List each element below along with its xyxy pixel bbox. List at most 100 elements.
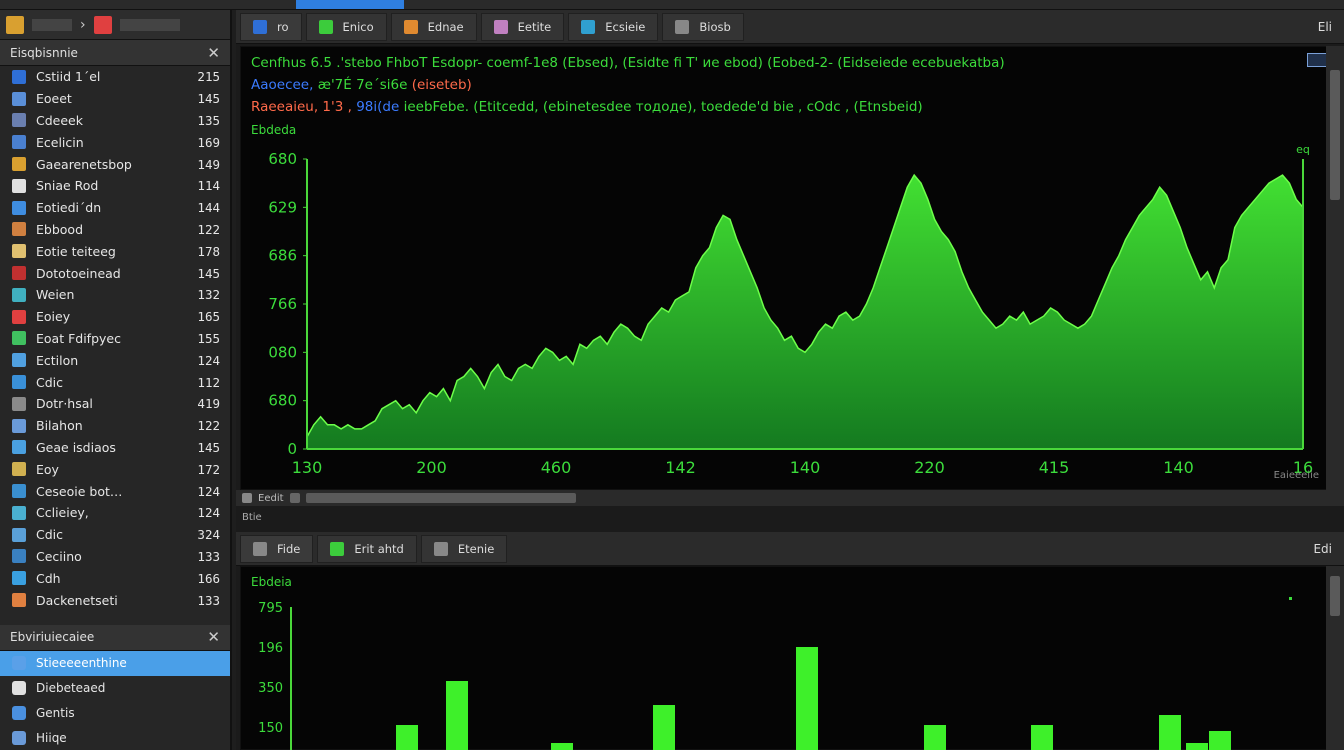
tab[interactable]: Etenie	[420, 534, 508, 563]
chevron-right-icon[interactable]: ›	[80, 17, 86, 33]
tab[interactable]: Enico	[305, 12, 387, 41]
tab-icon	[493, 19, 508, 34]
library-item-icon	[12, 200, 26, 215]
x-tick-label: 130	[292, 458, 323, 477]
library-item[interactable]: Ecelicin 169	[0, 131, 230, 153]
x-tick-label: 460	[541, 458, 572, 477]
library-item[interactable]: Dotr·hsal 419	[0, 393, 230, 415]
tab[interactable]: Biosb	[662, 12, 744, 41]
y-tick-label: 150	[258, 721, 283, 736]
legend-line-3-b: 98i(de	[351, 99, 400, 115]
bar	[1186, 743, 1208, 750]
library-item[interactable]: Dackenetseti 133	[0, 589, 230, 611]
tab-label: Etenie	[457, 541, 495, 556]
library-item[interactable]: Eoy 172	[0, 458, 230, 480]
library-item-value: 144	[197, 200, 220, 216]
library-item[interactable]: Dototoeinead 145	[0, 262, 230, 284]
library-item-icon	[12, 287, 26, 302]
scroll-thumb[interactable]	[305, 493, 576, 503]
scroll-thumb[interactable]	[1330, 576, 1340, 616]
bar	[796, 647, 818, 750]
close-icon[interactable]: ✕	[207, 44, 220, 62]
tabbar-right-label[interactable]: Edi	[1313, 542, 1332, 556]
library-item-icon	[12, 353, 26, 368]
tab[interactable]: Fide	[240, 534, 314, 563]
library-item[interactable]: Ceseoie bot… 124	[0, 480, 230, 502]
legend-line-3-c: ieebFebe. (Etitcedd, (ebinetesdee тододе…	[399, 99, 923, 115]
library-list: Cstiid 1´el 215 Eoeet 145 Cdeeek 135 Ecelicin 1…	[0, 66, 230, 611]
library-item-icon	[12, 440, 26, 455]
tab-label: Biosb	[699, 19, 731, 34]
effects-item[interactable]: Gentis	[0, 701, 230, 726]
tab-icon	[318, 19, 333, 34]
x-tick-label: 200	[416, 458, 447, 477]
library-item-name: Dackenetseti	[36, 592, 118, 608]
bar	[396, 725, 418, 750]
tab[interactable]: Erit ahtd	[317, 534, 417, 563]
library-item[interactable]: Cdic 324	[0, 524, 230, 546]
legend-line-3-a: Raeeaieu, 1'3 ,	[251, 99, 352, 115]
library-item[interactable]: Ectilon 124	[0, 349, 230, 371]
library-item[interactable]: Eotiedi´dn 144	[0, 197, 230, 219]
library-item[interactable]: Eotie teiteeg 178	[0, 240, 230, 262]
library-item[interactable]: Eoeet 145	[0, 88, 230, 110]
library-panel-title: Eisqbisnnie	[10, 45, 78, 60]
library-item[interactable]: Gaearenetsbop 149	[0, 153, 230, 175]
library-item[interactable]: Cdh 166	[0, 567, 230, 589]
effects-item[interactable]: Stieeeeenthine	[0, 650, 230, 676]
library-item[interactable]: Eoiey 165	[0, 306, 230, 328]
library-item[interactable]: Cdeeek 135	[0, 110, 230, 132]
scroll-icon[interactable]	[289, 493, 300, 503]
library-item[interactable]: Eoat Fdifpyec 155	[0, 328, 230, 350]
library-item[interactable]: Cclieiey, 124	[0, 502, 230, 524]
library-item-value: 155	[197, 330, 220, 346]
top-horizontal-scrollbar[interactable]: Eedit	[236, 490, 1344, 506]
library-item[interactable]: Cdic 112	[0, 371, 230, 393]
toolbar-field[interactable]	[32, 18, 72, 31]
tab-label: Erit ahtd	[354, 541, 404, 556]
tab[interactable]: Ednae	[390, 12, 477, 41]
tab[interactable]: ro	[240, 12, 302, 41]
effects-item-icon	[12, 681, 26, 696]
tabbar-right-label[interactable]: Eli	[1318, 20, 1332, 34]
effects-item[interactable]: Diebeteaed	[0, 676, 230, 701]
library-item[interactable]: Ebbood 122	[0, 219, 230, 241]
library-item-name: Cdeeek	[36, 112, 83, 128]
library-item[interactable]: Bilahon 122	[0, 415, 230, 437]
effects-item-name: Gentis	[36, 706, 75, 721]
scroll-thumb[interactable]	[1330, 70, 1340, 200]
bar	[1031, 725, 1053, 750]
library-item[interactable]: Ceciino 133	[0, 546, 230, 568]
top-vertical-scrollbar[interactable]	[1326, 46, 1344, 490]
library-item-icon	[12, 418, 26, 433]
bottom-vertical-scrollbar[interactable]	[1326, 566, 1344, 750]
toolbar-field-2[interactable]	[119, 18, 180, 31]
library-item-value: 114	[197, 178, 220, 194]
library-item-name: Eoat Fdifpyec	[36, 330, 121, 346]
library-item-name: Eoeet	[36, 91, 72, 107]
y-tick-label: 629	[268, 198, 297, 216]
effects-panel-header: Ebviriuiecaiee ✕	[0, 624, 230, 651]
library-item-value: 124	[197, 352, 220, 368]
library-panel-header: Eisqbisnnie ✕	[0, 40, 230, 66]
chart-marker	[1289, 597, 1292, 600]
library-item-icon	[12, 593, 26, 608]
library-item[interactable]: Weien 132	[0, 284, 230, 306]
tab[interactable]: Ecsieie	[568, 12, 659, 41]
library-item-value: 324	[197, 527, 220, 543]
library-item-name: Eoy	[36, 461, 59, 477]
effects-item[interactable]: Hiiqe	[0, 726, 230, 750]
sidebar: › Eisqbisnnie ✕ Cstiid 1´el 215 Eoeet 145 Cd…	[0, 10, 232, 750]
scroll-left-icon[interactable]	[242, 493, 252, 503]
library-item[interactable]: Geae isdiaos 145	[0, 437, 230, 459]
library-item-value: 132	[197, 287, 220, 303]
bottom-plot-panel: Ebdeia 795 196 350 150	[240, 566, 1338, 750]
library-item-name: Cdic	[36, 527, 64, 543]
library-item[interactable]: Sniae Rod 114	[0, 175, 230, 197]
folder-icon[interactable]	[6, 15, 24, 34]
tab[interactable]: Eetite	[480, 12, 565, 41]
close-icon[interactable]: ✕	[207, 628, 220, 646]
library-item[interactable]: Cstiid 1´el 215	[0, 66, 230, 88]
red-icon[interactable]	[93, 15, 112, 34]
tab-label: Enico	[342, 19, 374, 34]
